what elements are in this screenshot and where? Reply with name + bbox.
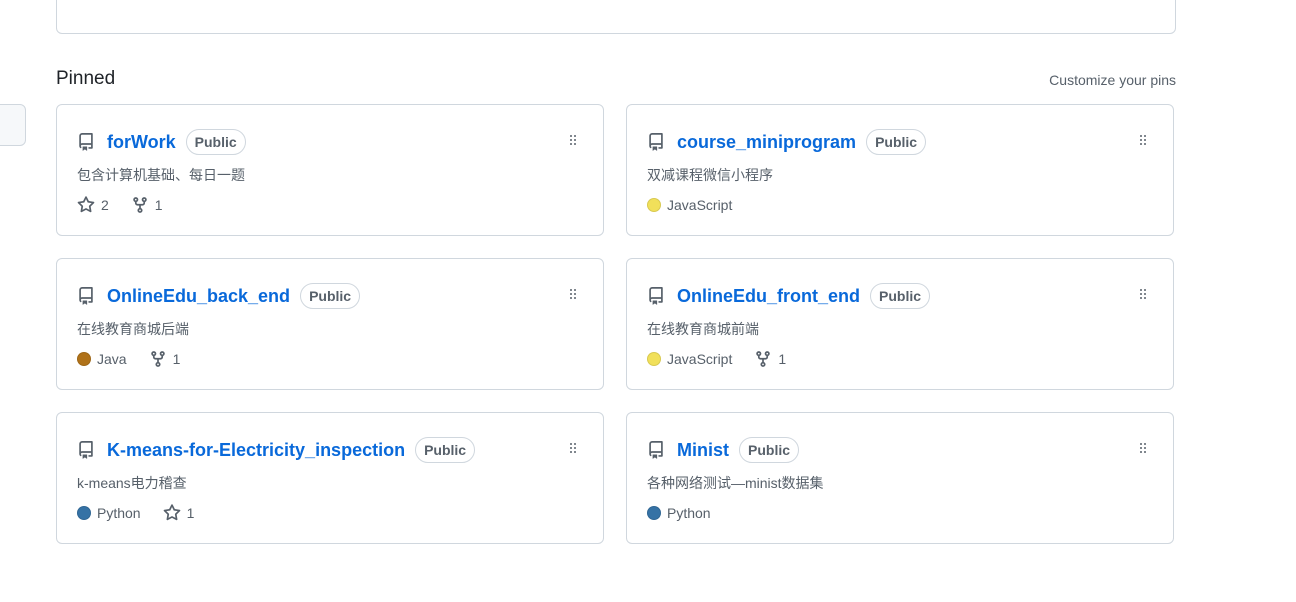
repo-description: 包含计算机基础、每日一题	[77, 167, 245, 183]
repo-icon	[649, 287, 663, 305]
fork-count: 1	[154, 197, 163, 213]
repo-language: JavaScript	[647, 351, 732, 367]
repo-description: 各种网络测试—minist数据集	[647, 475, 824, 491]
language-color-dot	[77, 352, 91, 366]
profile-readme-card	[56, 0, 1176, 34]
repo-meta: 2 1	[77, 195, 185, 215]
pinned-repo-card: OnlineEdu_front_end Public 在线教育商城前端 Java…	[626, 258, 1174, 390]
drag-handle-icon[interactable]	[1135, 440, 1151, 456]
pinned-repo-card: Minist Public 各种网络测试—minist数据集 Python	[626, 412, 1174, 544]
fork-icon	[150, 351, 165, 367]
repo-description: 在线教育商城后端	[77, 321, 189, 337]
repo-name-link[interactable]: OnlineEdu_back_end	[107, 286, 290, 307]
fork-count: 1	[172, 351, 181, 367]
repo-name-link[interactable]: forWork	[107, 132, 176, 153]
language-color-dot	[647, 506, 661, 520]
repo-description: 在线教育商城前端	[647, 321, 759, 337]
drag-handle-icon[interactable]	[1135, 286, 1151, 302]
repo-language: Python	[647, 505, 711, 521]
visibility-badge: Public	[300, 283, 361, 309]
pinned-repo-card: OnlineEdu_back_end Public 在线教育商城后端 Java …	[56, 258, 604, 390]
repo-language: Java	[77, 351, 127, 367]
repo-icon	[79, 441, 93, 459]
visibility-badge: Public	[415, 437, 476, 463]
star-count: 2	[101, 197, 109, 213]
star-icon	[77, 196, 95, 213]
repo-name-link[interactable]: OnlineEdu_front_end	[677, 286, 860, 307]
repo-name-link[interactable]: K-means-for-Electricity_inspection	[107, 440, 405, 461]
pinned-repo-card: course_miniprogram Public 双减课程微信小程序 Java…	[626, 104, 1174, 236]
drag-handle-icon[interactable]	[1135, 132, 1151, 148]
repo-meta: Java 1	[77, 349, 202, 369]
visibility-badge: Public	[870, 283, 931, 309]
forks-link[interactable]: 1	[131, 196, 163, 214]
repo-meta: Python 1	[77, 503, 216, 523]
fork-icon	[756, 351, 771, 367]
language-name: Python	[667, 505, 711, 521]
repo-language: Python	[77, 505, 141, 521]
pinned-repo-card: K-means-for-Electricity_inspection Publi…	[56, 412, 604, 544]
repo-icon	[79, 133, 93, 151]
drag-handle-icon[interactable]	[565, 132, 581, 148]
repo-language: JavaScript	[647, 197, 732, 213]
customize-pins-link[interactable]: Customize your pins	[1049, 72, 1176, 88]
drag-handle-icon[interactable]	[565, 440, 581, 456]
language-color-dot	[647, 352, 661, 366]
language-name: JavaScript	[667, 197, 733, 213]
stars-link[interactable]: 1	[163, 504, 195, 522]
language-name: JavaScript	[667, 351, 733, 367]
repo-icon	[649, 441, 663, 459]
star-icon	[163, 504, 180, 521]
visibility-badge: Public	[185, 129, 246, 155]
visibility-badge: Public	[866, 129, 927, 155]
language-name: Python	[97, 505, 141, 521]
star-count: 1	[186, 505, 195, 521]
repo-meta: JavaScript	[647, 195, 754, 215]
sidebar-edge	[0, 104, 26, 146]
language-name: Java	[97, 351, 127, 367]
repo-name-link[interactable]: course_miniprogram	[677, 132, 856, 153]
repo-description: k-means电力稽查	[77, 475, 187, 491]
visibility-badge: Public	[739, 437, 800, 463]
drag-handle-icon[interactable]	[565, 286, 581, 302]
pinned-heading: Pinned	[56, 68, 116, 89]
repo-meta: JavaScript 1	[647, 349, 808, 369]
repo-name-link[interactable]: Minist	[677, 440, 729, 461]
forks-link[interactable]: 1	[754, 350, 786, 368]
repo-description: 双减课程微信小程序	[647, 167, 773, 183]
pinned-repo-card: forWork Public 包含计算机基础、每日一题 2 1	[56, 104, 604, 236]
fork-count: 1	[778, 351, 787, 367]
fork-icon	[133, 197, 147, 213]
language-color-dot	[647, 198, 661, 212]
stars-link[interactable]: 2	[77, 196, 109, 214]
repo-meta: Python	[647, 503, 733, 523]
repo-icon	[649, 133, 663, 151]
repo-icon	[79, 287, 93, 305]
forks-link[interactable]: 1	[149, 350, 181, 368]
language-color-dot	[77, 506, 91, 520]
